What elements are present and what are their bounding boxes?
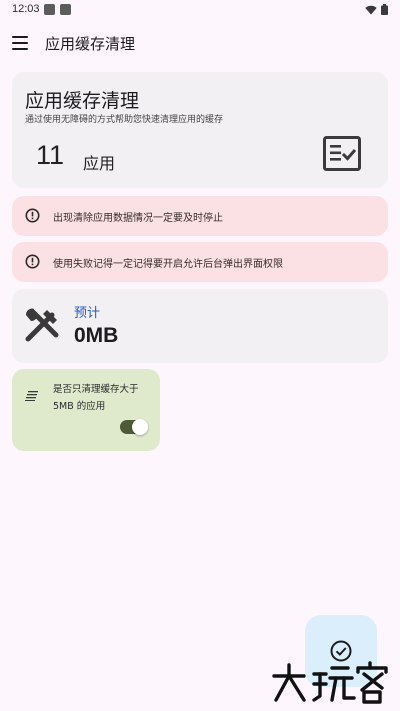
menu-icon[interactable]	[12, 36, 28, 50]
filter-card: 是否只清理缓存大于 5MB 的应用	[12, 369, 160, 451]
wifi-icon	[365, 5, 377, 14]
tools-icon	[25, 308, 59, 342]
summary-card: 应用缓存清理 通过使用无障碍的方式帮助您快速清理应用的缓存 11 应用	[12, 72, 388, 188]
estimate-value: 0MB	[74, 324, 119, 347]
warning-card: 出现清除应用数据情况一定要及时停止	[12, 196, 388, 236]
notification-icon	[60, 4, 71, 15]
info-circle-icon	[25, 208, 40, 223]
app-count: 11	[36, 140, 65, 170]
status-icons	[365, 4, 388, 15]
filter-label: 是否只清理缓存大于 5MB 的应用	[53, 384, 139, 412]
warning-text: 出现清除应用数据情况一定要及时停止	[53, 213, 223, 224]
info-circle-icon	[25, 254, 40, 269]
page-title: 应用缓存清理	[45, 35, 136, 53]
estimate-card: 预计 0MB	[12, 289, 388, 363]
status-time: 12:03	[12, 3, 40, 15]
warning-card: 使用失败记得一定记得要开启允许后台弹出界面权限	[12, 242, 388, 282]
checklist-icon[interactable]	[323, 136, 361, 171]
summary-title: 应用缓存清理	[25, 90, 140, 112]
app-count-unit: 应用	[83, 154, 116, 173]
summary-description: 通过使用无障碍的方式帮助您快速清理应用的缓存	[25, 115, 224, 125]
notification-icon	[44, 4, 55, 15]
sort-lines-icon	[25, 391, 38, 401]
toggle-knob	[132, 419, 148, 435]
app-bar: 应用缓存清理	[0, 28, 400, 60]
estimate-label: 预计	[74, 306, 101, 321]
status-bar: 12:03	[0, 0, 400, 20]
warning-text: 使用失败记得一定记得要开启允许后台弹出界面权限	[53, 259, 283, 270]
filter-toggle[interactable]	[120, 419, 148, 435]
battery-icon	[381, 4, 388, 15]
watermark-logo	[272, 661, 388, 704]
